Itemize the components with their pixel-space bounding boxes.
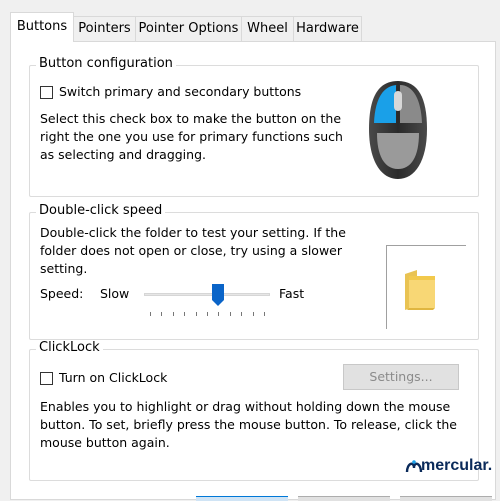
button-config-description-3: as selecting and dragging.: [40, 147, 206, 162]
double-click-speed-slider[interactable]: [144, 284, 270, 318]
double-click-description-3: setting.: [40, 261, 88, 276]
slider-tick: [241, 312, 243, 316]
button-config-description-2: right the one you use for primary functi…: [40, 129, 343, 144]
double-click-speed-legend: Double-click speed: [36, 203, 166, 218]
slider-tick: [264, 312, 265, 316]
button-config-description-1: Select this check box to make the button…: [40, 111, 342, 126]
speed-label: Speed:: [40, 286, 84, 301]
slider-track: [144, 293, 270, 296]
folder-test-area[interactable]: [386, 245, 466, 329]
fast-label: Fast: [279, 286, 305, 301]
switch-buttons-checkbox[interactable]: [40, 86, 53, 99]
button-configuration-group: Button configuration Switch primary and …: [29, 56, 479, 197]
clicklock-description-2: button. To set, briefly press the mouse …: [40, 417, 457, 432]
watermark-text: mercular.: [421, 457, 493, 474]
tab-hardware[interactable]: Hardware: [293, 16, 362, 41]
clicklock-settings-button[interactable]: Settings...: [343, 364, 459, 390]
slider-tick: [207, 312, 208, 316]
slow-label: Slow: [100, 286, 130, 301]
double-click-speed-group: Double-click speed Double-click the fold…: [29, 203, 479, 340]
apply-button-edge[interactable]: [400, 496, 492, 501]
ok-button-edge[interactable]: [196, 496, 288, 501]
clicklock-label[interactable]: Turn on ClickLock: [59, 369, 167, 387]
slider-tick: [195, 312, 197, 316]
button-configuration-legend: Button configuration: [36, 56, 176, 71]
slider-thumb[interactable]: [212, 284, 225, 306]
slider-tick: [229, 312, 231, 316]
slider-tick: [161, 312, 163, 316]
cancel-button-edge[interactable]: [298, 496, 390, 501]
mouse-icon: [369, 81, 427, 179]
tab-buttons[interactable]: Buttons: [10, 12, 74, 42]
clicklock-legend: ClickLock: [36, 340, 103, 355]
slider-tick: [184, 312, 186, 316]
tab-pointer-options[interactable]: Pointer Options: [135, 16, 242, 41]
tab-wheel[interactable]: Wheel: [241, 16, 294, 41]
mercular-logo: mercular.: [405, 457, 493, 485]
double-click-description-1: Double-click the folder to test your set…: [40, 225, 346, 240]
slider-tick: [150, 312, 151, 316]
slider-tick: [218, 312, 220, 316]
double-click-description-2: folder does not open or close, try using…: [40, 243, 343, 258]
switch-buttons-label[interactable]: Switch primary and secondary buttons: [59, 83, 301, 101]
clicklock-description-3: mouse button again.: [40, 435, 170, 450]
slider-tick: [252, 312, 254, 316]
clicklock-description-1: Enables you to highlight or drag without…: [40, 399, 451, 414]
clicklock-checkbox[interactable]: [40, 372, 53, 385]
tab-panel: Button configuration Switch primary and …: [10, 41, 496, 500]
slider-tick: [172, 312, 174, 316]
tab-pointers[interactable]: Pointers: [73, 16, 136, 41]
folder-icon[interactable]: [403, 268, 439, 312]
